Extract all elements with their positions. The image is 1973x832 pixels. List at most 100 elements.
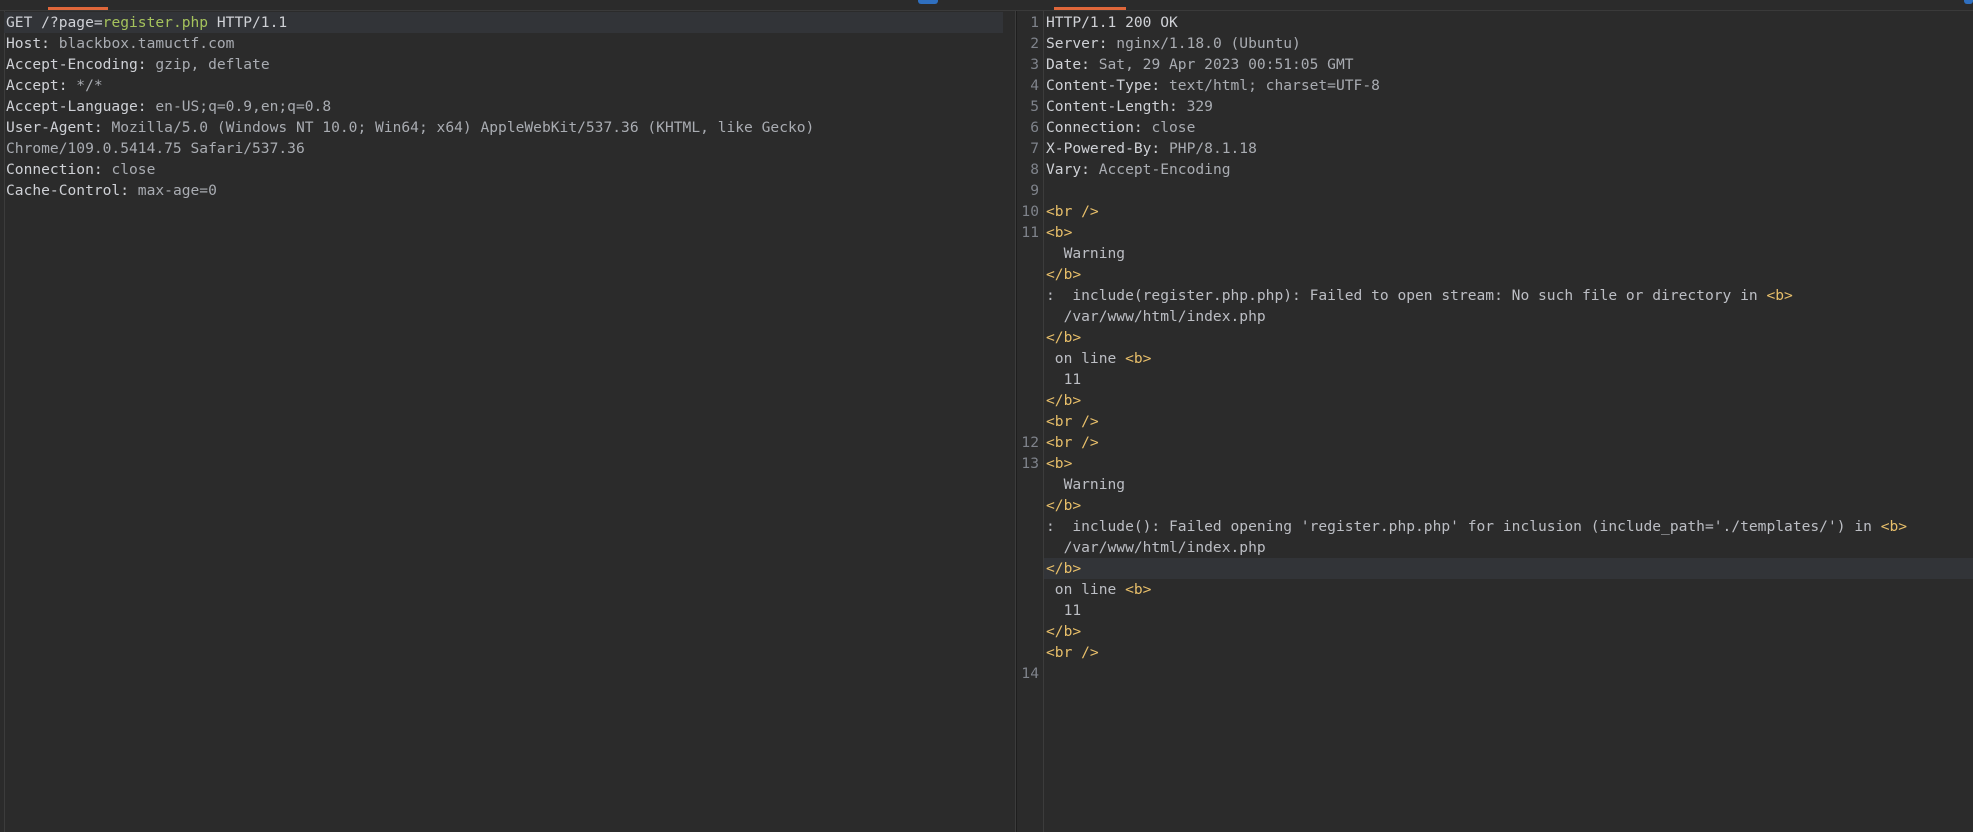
response-body-line[interactable]: </b> xyxy=(1046,495,1081,516)
header-key: Content-Type: xyxy=(1046,77,1161,94)
response-viewer[interactable]: 1 2 3 4 5 6 7 8 9 10 11 12 13 14 HTTP/1.… xyxy=(1017,11,1973,832)
response-body-line[interactable]: 11 xyxy=(1046,600,1082,621)
header-key: Cache-Control: xyxy=(6,182,130,199)
header-key: X-Powered-By: xyxy=(1046,140,1161,157)
header-value: PHP/8.1.18 xyxy=(1160,140,1257,157)
body-text: Warning xyxy=(1046,245,1126,262)
body-text: /var/www/html/index.php xyxy=(1046,308,1266,325)
header-value: text/html; charset=UTF-8 xyxy=(1160,77,1380,94)
response-header-date[interactable]: Date: Sat, 29 Apr 2023 00:51:05 GMT xyxy=(1046,54,1354,75)
response-body-line[interactable]: on line <b> xyxy=(1046,579,1152,600)
request-line[interactable]: GET /?page=register.php HTTP/1.1 xyxy=(4,12,1003,33)
request-options-icon[interactable] xyxy=(918,0,938,4)
response-body-line[interactable]: </b> xyxy=(1046,327,1081,348)
header-key: User-Agent: xyxy=(6,119,103,136)
request-header-accept[interactable]: Accept: */* xyxy=(6,75,103,96)
response-body-line[interactable]: : include(): Failed opening 'register.ph… xyxy=(1046,516,1907,537)
html-tag: </b> xyxy=(1046,266,1082,283)
html-tag: <b> xyxy=(1046,224,1073,241)
html-tag: <b> xyxy=(1046,455,1073,472)
header-value: Sat, 29 Apr 2023 00:51:05 GMT xyxy=(1089,56,1354,73)
html-tag: <b> xyxy=(1125,581,1152,598)
response-body-line[interactable]: </b> xyxy=(1046,621,1081,642)
html-tag: </b> xyxy=(1046,392,1082,409)
request-header-user-agent-cont[interactable]: Chrome/109.0.5414.75 Safari/537.36 xyxy=(6,138,305,159)
response-body-line[interactable]: <b> xyxy=(1046,453,1072,474)
response-header-content-type[interactable]: Content-Type: text/html; charset=UTF-8 xyxy=(1046,75,1380,96)
response-options-icon[interactable] xyxy=(1964,0,1973,4)
response-header-vary[interactable]: Vary: Accept-Encoding xyxy=(1046,159,1231,180)
body-text: 11 xyxy=(1046,602,1082,619)
header-value: close xyxy=(102,161,156,178)
request-header-accept-language[interactable]: Accept-Language: en-US;q=0.9,en;q=0.8 xyxy=(6,96,331,117)
response-body-line[interactable]: Warning xyxy=(1046,243,1126,264)
header-key: Server: xyxy=(1046,35,1108,52)
response-body-line[interactable]: </b> xyxy=(1046,558,1081,579)
body-text: : include(): Failed opening 'register.ph… xyxy=(1046,518,1881,535)
line-number: 12 xyxy=(1021,434,1039,451)
response-body-line[interactable]: on line <b> xyxy=(1046,348,1152,369)
response-body-line[interactable]: </b> xyxy=(1046,390,1081,411)
request-header-user-agent[interactable]: User-Agent: Mozilla/5.0 (Windows NT 10.0… xyxy=(6,117,814,138)
body-text: Warning xyxy=(1046,476,1126,493)
request-header-cache-control[interactable]: Cache-Control: max-age=0 xyxy=(6,180,217,201)
response-body-line[interactable]: <br /> xyxy=(1046,642,1099,663)
request-method: GET xyxy=(6,14,33,31)
response-body-line[interactable]: <b> xyxy=(1046,222,1072,243)
request-header-connection[interactable]: Connection: close xyxy=(6,159,155,180)
header-value: nginx/1.18.0 (Ubuntu) xyxy=(1107,35,1301,52)
html-tag: <br /> xyxy=(1046,644,1099,661)
html-tag: <br /> xyxy=(1046,434,1099,451)
response-body-line[interactable]: Warning xyxy=(1046,474,1126,495)
line-number: 10 xyxy=(1021,203,1039,220)
response-body-line[interactable]: /var/www/html/index.php xyxy=(1046,537,1266,558)
response-body-line[interactable]: /var/www/html/index.php xyxy=(1046,306,1266,327)
response-body-line[interactable]: <br /> xyxy=(1046,411,1099,432)
header-key: Connection: xyxy=(6,161,103,178)
response-status-line[interactable]: HTTP/1.1 200 OK xyxy=(1046,12,1178,33)
response-header-connection[interactable]: Connection: close xyxy=(1046,117,1195,138)
html-tag: <b> xyxy=(1766,287,1793,304)
line-number: 7 xyxy=(1030,140,1039,157)
body-text: 11 xyxy=(1046,371,1082,388)
line-number: 1 xyxy=(1030,14,1039,31)
response-body-line[interactable]: </b> xyxy=(1046,264,1081,285)
body-text: on line xyxy=(1046,350,1126,367)
html-tag: </b> xyxy=(1046,623,1082,640)
response-body-line[interactable]: 11 xyxy=(1046,369,1082,390)
header-key: Connection: xyxy=(1046,119,1143,136)
html-tag: <b> xyxy=(1880,518,1908,535)
header-value: Mozilla/5.0 (Windows NT 10.0; Win64; x64… xyxy=(102,119,815,136)
html-tag: </b> xyxy=(1046,560,1082,577)
request-tab-indicator[interactable] xyxy=(48,7,108,10)
current-line-highlight xyxy=(1044,558,1973,579)
response-body-line[interactable]: <br /> xyxy=(1046,201,1099,222)
header-key: Accept: xyxy=(6,77,68,94)
top-tab-strip xyxy=(0,0,1973,11)
request-protocol: HTTP/1.1 xyxy=(208,14,288,31)
line-number: 14 xyxy=(1021,665,1039,682)
response-body-line[interactable]: : include(register.php.php): Failed to o… xyxy=(1046,285,1793,306)
header-value: Accept-Encoding xyxy=(1089,161,1231,178)
request-path: /?page= xyxy=(32,14,103,31)
request-header-accept-encoding[interactable]: Accept-Encoding: gzip, deflate xyxy=(6,54,270,75)
response-tab-indicator[interactable] xyxy=(1054,7,1126,10)
header-value: blackbox.tamuctf.com xyxy=(49,35,235,52)
line-number: 4 xyxy=(1030,77,1039,94)
html-tag: <br /> xyxy=(1046,203,1099,220)
html-tag: <br /> xyxy=(1046,413,1099,430)
response-header-server[interactable]: Server: nginx/1.18.0 (Ubuntu) xyxy=(1046,33,1301,54)
body-text: : include(register.php.php): Failed to o… xyxy=(1046,287,1767,304)
request-header-host[interactable]: Host: blackbox.tamuctf.com xyxy=(6,33,234,54)
request-param-value: register.php xyxy=(102,14,209,31)
response-header-content-length[interactable]: Content-Length: 329 xyxy=(1046,96,1213,117)
body-text: /var/www/html/index.php xyxy=(1046,539,1266,556)
header-key: Date: xyxy=(1046,56,1090,73)
line-number: 11 xyxy=(1021,224,1039,241)
header-value: en-US;q=0.9,en;q=0.8 xyxy=(146,98,332,115)
response-header-x-powered-by[interactable]: X-Powered-By: PHP/8.1.18 xyxy=(1046,138,1257,159)
response-body-line[interactable]: <br /> xyxy=(1046,432,1099,453)
line-number: 13 xyxy=(1021,455,1039,472)
header-value: */* xyxy=(67,77,103,94)
request-editor[interactable]: GET /?page=register.php HTTP/1.1 Host: b… xyxy=(0,11,1015,832)
